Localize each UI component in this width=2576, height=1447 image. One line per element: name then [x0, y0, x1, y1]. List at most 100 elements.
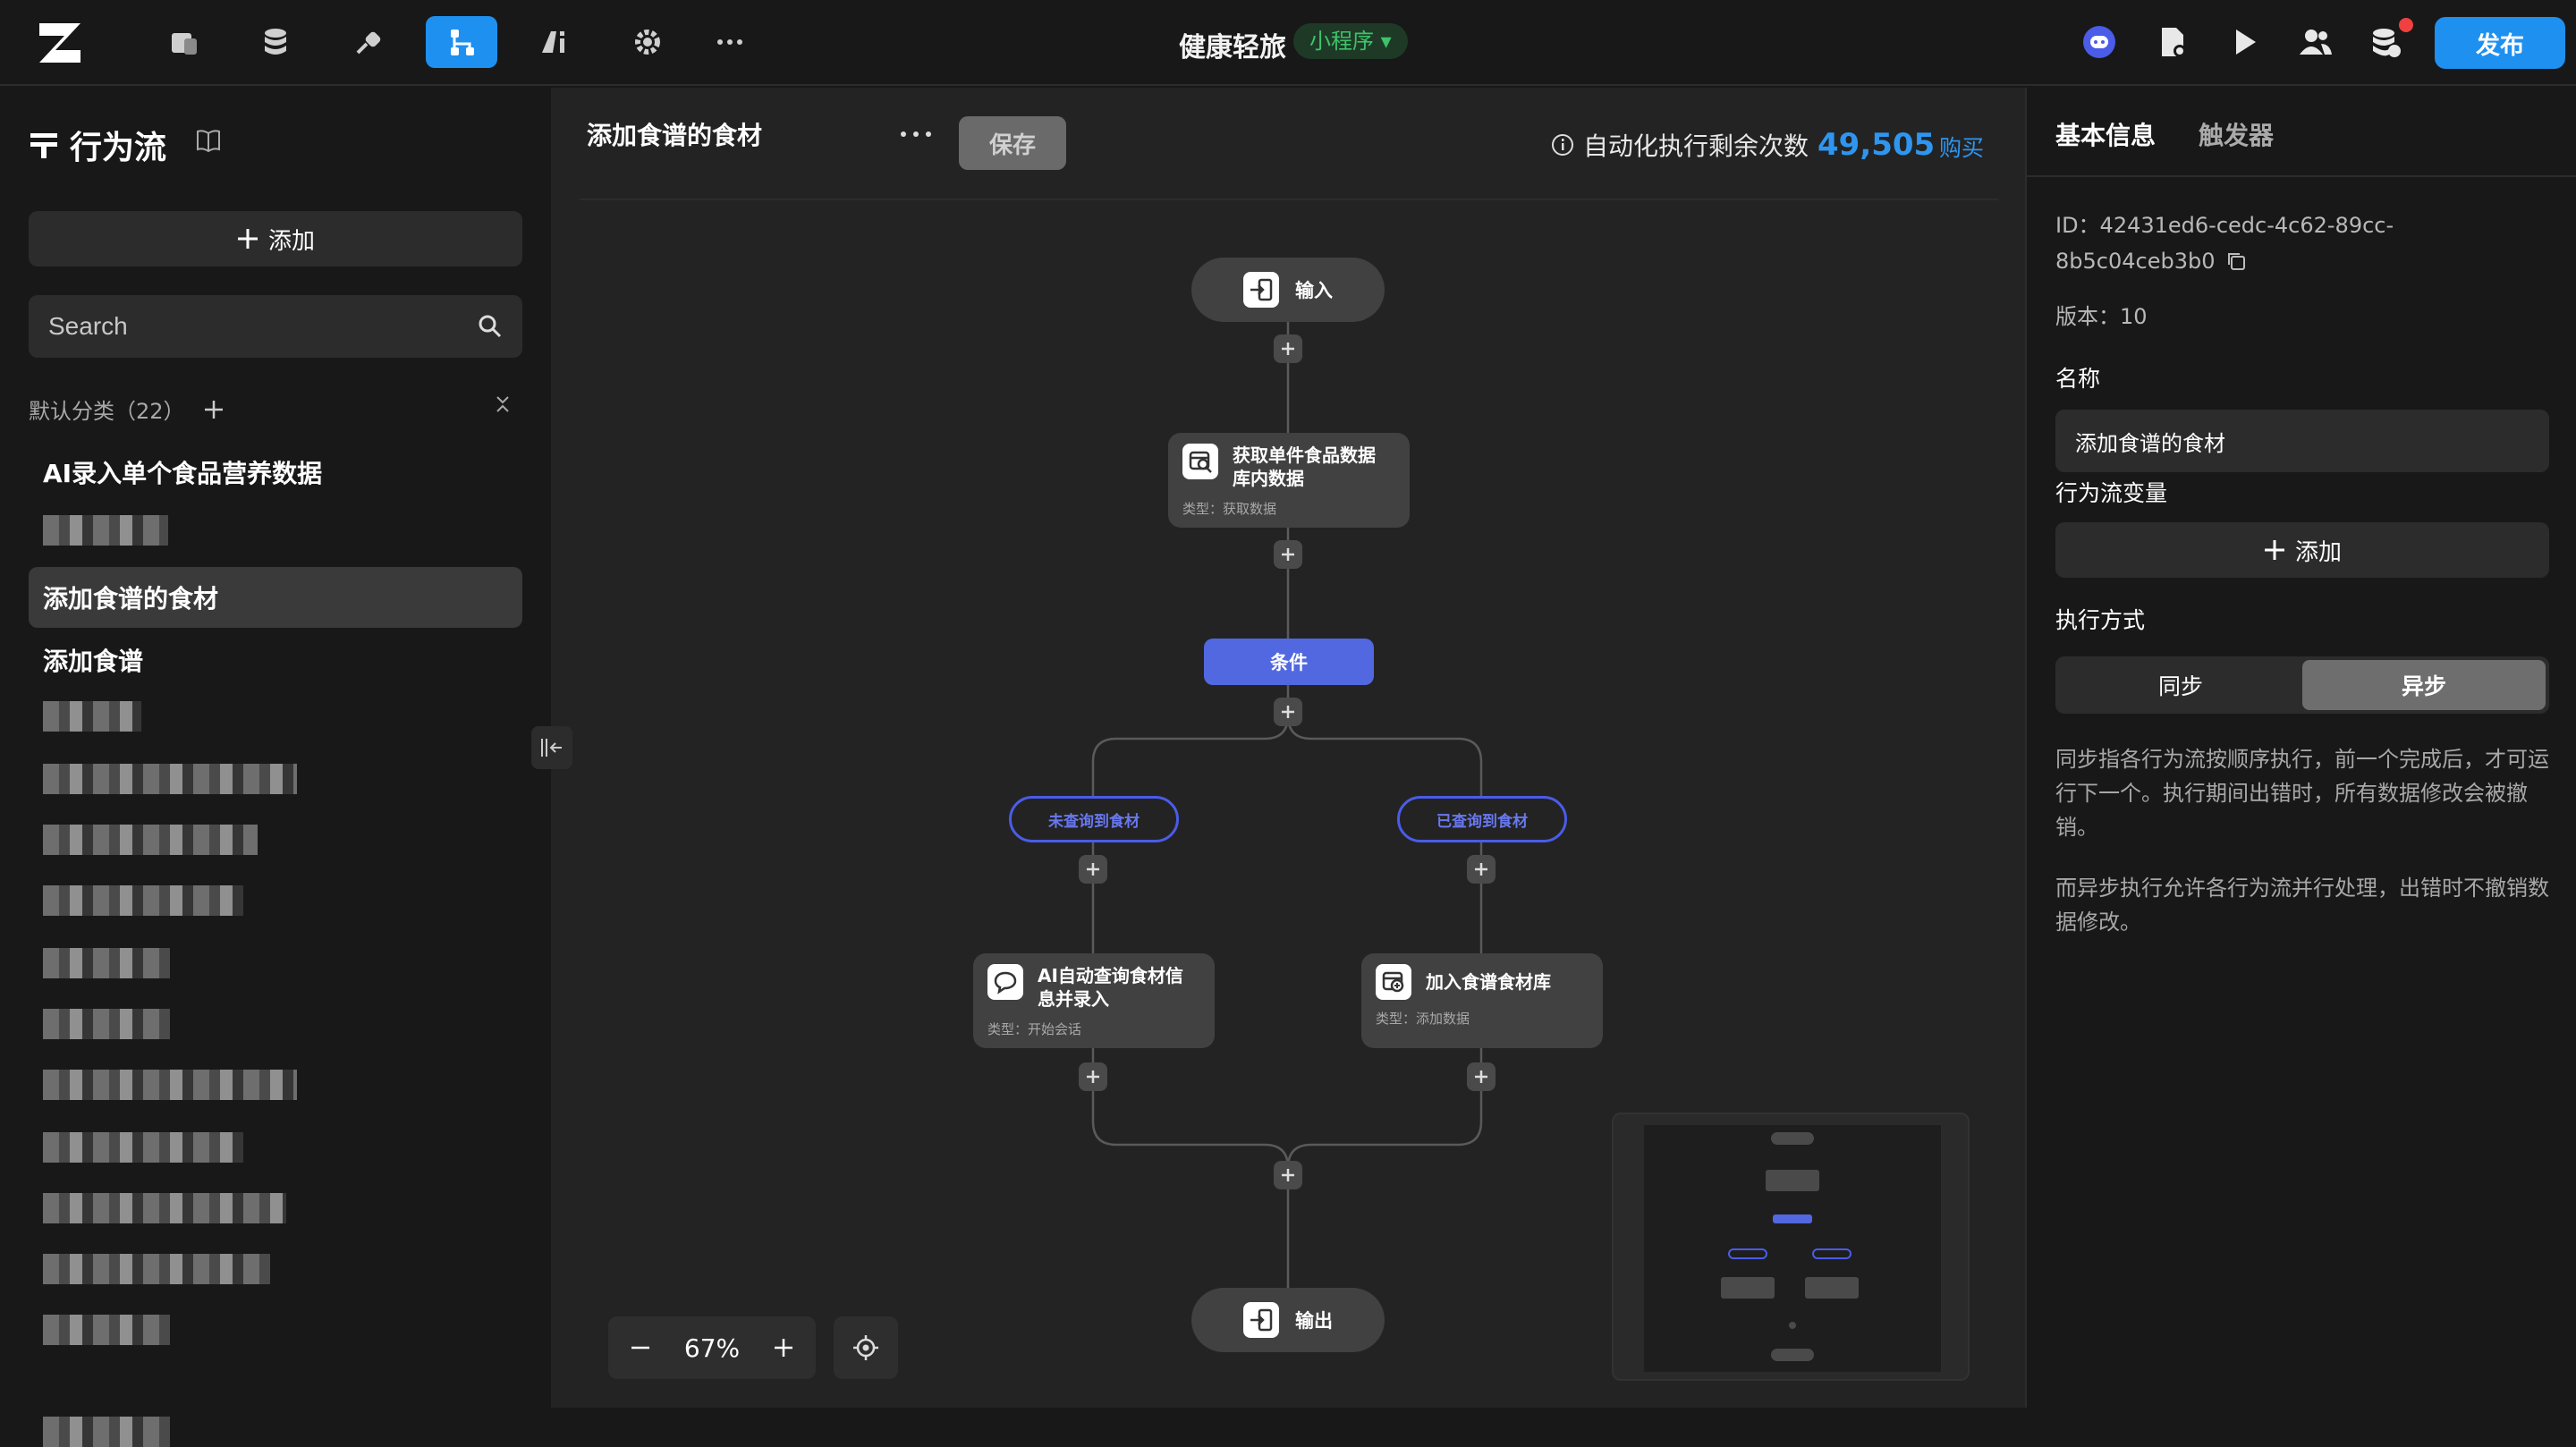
flow-id-row: 8b5c04ceb3b0 [2055, 243, 2247, 279]
minimap-node [1789, 1322, 1796, 1329]
tab-trigger[interactable]: 触发器 [2199, 116, 2274, 152]
minimap-node [1771, 1132, 1814, 1145]
app-type-label: 小程序 [1309, 29, 1374, 54]
add-step-button[interactable] [1274, 540, 1302, 569]
exec-async-option[interactable]: 异步 [2302, 660, 2546, 710]
flow-icon[interactable] [426, 16, 497, 68]
app-title: 健康轻旅 [1179, 32, 1286, 63]
file-settings-icon[interactable] [2150, 20, 2195, 64]
flow-more-icon[interactable] [898, 125, 934, 143]
blurred-item[interactable] [43, 948, 170, 978]
add-step-button[interactable] [1467, 1062, 1496, 1091]
add-category-icon[interactable] [203, 399, 225, 420]
flow-title: 添加食谱的食材 [587, 121, 763, 150]
add-flow-button[interactable]: 添加 [29, 211, 522, 267]
add-step-button[interactable] [1467, 855, 1496, 884]
publish-button[interactable]: 发布 [2435, 17, 2565, 69]
plus-icon [1282, 548, 1294, 561]
plus-icon [237, 229, 258, 249]
plus-icon [1475, 1070, 1487, 1083]
blurred-item[interactable] [43, 764, 297, 794]
book-icon[interactable] [195, 127, 222, 154]
quota-info: 自动化执行剩余次数 49,505 [1551, 127, 1935, 163]
users-icon[interactable] [2293, 20, 2338, 64]
play-icon[interactable] [2222, 20, 2267, 64]
add-data-node[interactable]: 加入食谱食材库 类型：添加数据 [1361, 953, 1603, 1048]
minimap-node [1721, 1277, 1775, 1299]
database-icon[interactable] [240, 16, 311, 68]
add-step-button[interactable] [1079, 855, 1107, 884]
blurred-item[interactable] [43, 515, 168, 546]
blurred-item[interactable] [43, 1193, 286, 1223]
plus-icon [1087, 863, 1099, 876]
input-node[interactable]: 输入 [1191, 258, 1385, 322]
exec-sync-option[interactable]: 同步 [2059, 660, 2302, 710]
flow-id-tail: 8b5c04ceb3b0 [2055, 249, 2216, 274]
add-step-button[interactable] [1274, 334, 1302, 363]
buy-link[interactable]: 购买 [1939, 131, 1984, 163]
async-description: 而异步执行允许各行为流并行处理，出错时不撤销数据修改。 [2055, 876, 2549, 935]
collapse-category-icon[interactable] [492, 393, 513, 415]
search-input[interactable] [48, 312, 478, 341]
blurred-item[interactable] [43, 1009, 170, 1039]
zoom-out-icon[interactable] [630, 1337, 651, 1358]
plugin-icon[interactable] [333, 16, 404, 68]
add-data-title: 加入食谱食材库 [1426, 971, 1551, 993]
add-step-button[interactable] [1079, 1062, 1107, 1091]
sidebar-item-active[interactable]: 添加食谱的食材 [29, 567, 522, 628]
ai-icon[interactable] [519, 16, 590, 68]
output-node[interactable]: 输出 [1191, 1288, 1385, 1352]
add-variable-button[interactable]: 添加 [2055, 522, 2549, 578]
condition-node[interactable]: 条件 [1204, 639, 1374, 685]
blurred-item[interactable] [43, 1315, 170, 1345]
app-type-badge[interactable]: 小程序 ▾ [1293, 23, 1408, 59]
minimap-viewport[interactable] [1644, 1125, 1941, 1372]
canvas-divider [580, 199, 1998, 200]
minimap-node [1805, 1277, 1859, 1299]
variables-label: 行为流变量 [2055, 480, 2168, 506]
blurred-item[interactable] [43, 1417, 170, 1447]
sidebar-item[interactable]: 添加食谱 [29, 630, 522, 690]
copy-icon[interactable] [2225, 250, 2247, 272]
name-field[interactable]: 添加食谱的食材 [2055, 410, 2549, 472]
blurred-item[interactable] [43, 1254, 270, 1284]
fetch-data-node[interactable]: 获取单件食品数据库内数据 类型：获取数据 [1168, 433, 1410, 528]
zoom-in-icon[interactable] [773, 1337, 794, 1358]
plus-icon [1282, 706, 1294, 718]
panel-divider [2027, 175, 2576, 177]
add-step-button[interactable] [1274, 1161, 1302, 1189]
search-icon[interactable] [478, 314, 503, 339]
save-button[interactable]: 保存 [959, 116, 1066, 170]
collapse-left-icon [541, 739, 562, 757]
branch-found[interactable]: 已查询到食材 [1397, 796, 1567, 842]
assistant-icon[interactable] [2077, 20, 2122, 64]
minimap[interactable] [1612, 1113, 1970, 1381]
blurred-item[interactable] [43, 885, 243, 916]
ai-chat-node[interactable]: AI自动查询食材信息并录入 类型：开始会话 [973, 953, 1215, 1048]
info-icon [1552, 134, 1573, 156]
properties-panel: 基本信息 触发器 ID：42431ed6-cedc-4c62-89cc- 8b5… [2025, 88, 2576, 1408]
blurred-item[interactable] [43, 1070, 297, 1100]
add-step-button[interactable] [1274, 698, 1302, 726]
blurred-item[interactable] [43, 1132, 243, 1163]
fetch-data-type: 类型：获取数据 [1182, 501, 1277, 517]
sidebar-item[interactable]: AI录入单个食品营养数据 [29, 442, 522, 503]
settings-icon[interactable] [612, 16, 683, 68]
center-view-button[interactable] [834, 1316, 898, 1379]
collapse-sidebar-button[interactable] [531, 726, 572, 769]
plus-icon [1282, 343, 1294, 355]
blurred-item[interactable] [43, 701, 141, 732]
pages-icon[interactable] [148, 16, 220, 68]
category-header[interactable]: 默认分类（22） [29, 393, 225, 425]
sidebar-item-label: 添加食谱的食材 [43, 584, 219, 613]
logo-icon[interactable] [36, 20, 86, 66]
input-icon [1243, 272, 1279, 308]
minimap-node [1771, 1349, 1814, 1361]
more-icon[interactable] [694, 16, 766, 68]
plus-icon [1087, 1070, 1099, 1083]
blurred-item[interactable] [43, 825, 258, 855]
execution-mode-label: 执行方式 [2055, 607, 2146, 633]
branch-not-found[interactable]: 未查询到食材 [1009, 796, 1179, 842]
minimap-node [1812, 1248, 1852, 1259]
tab-basic-info[interactable]: 基本信息 [2055, 116, 2156, 152]
